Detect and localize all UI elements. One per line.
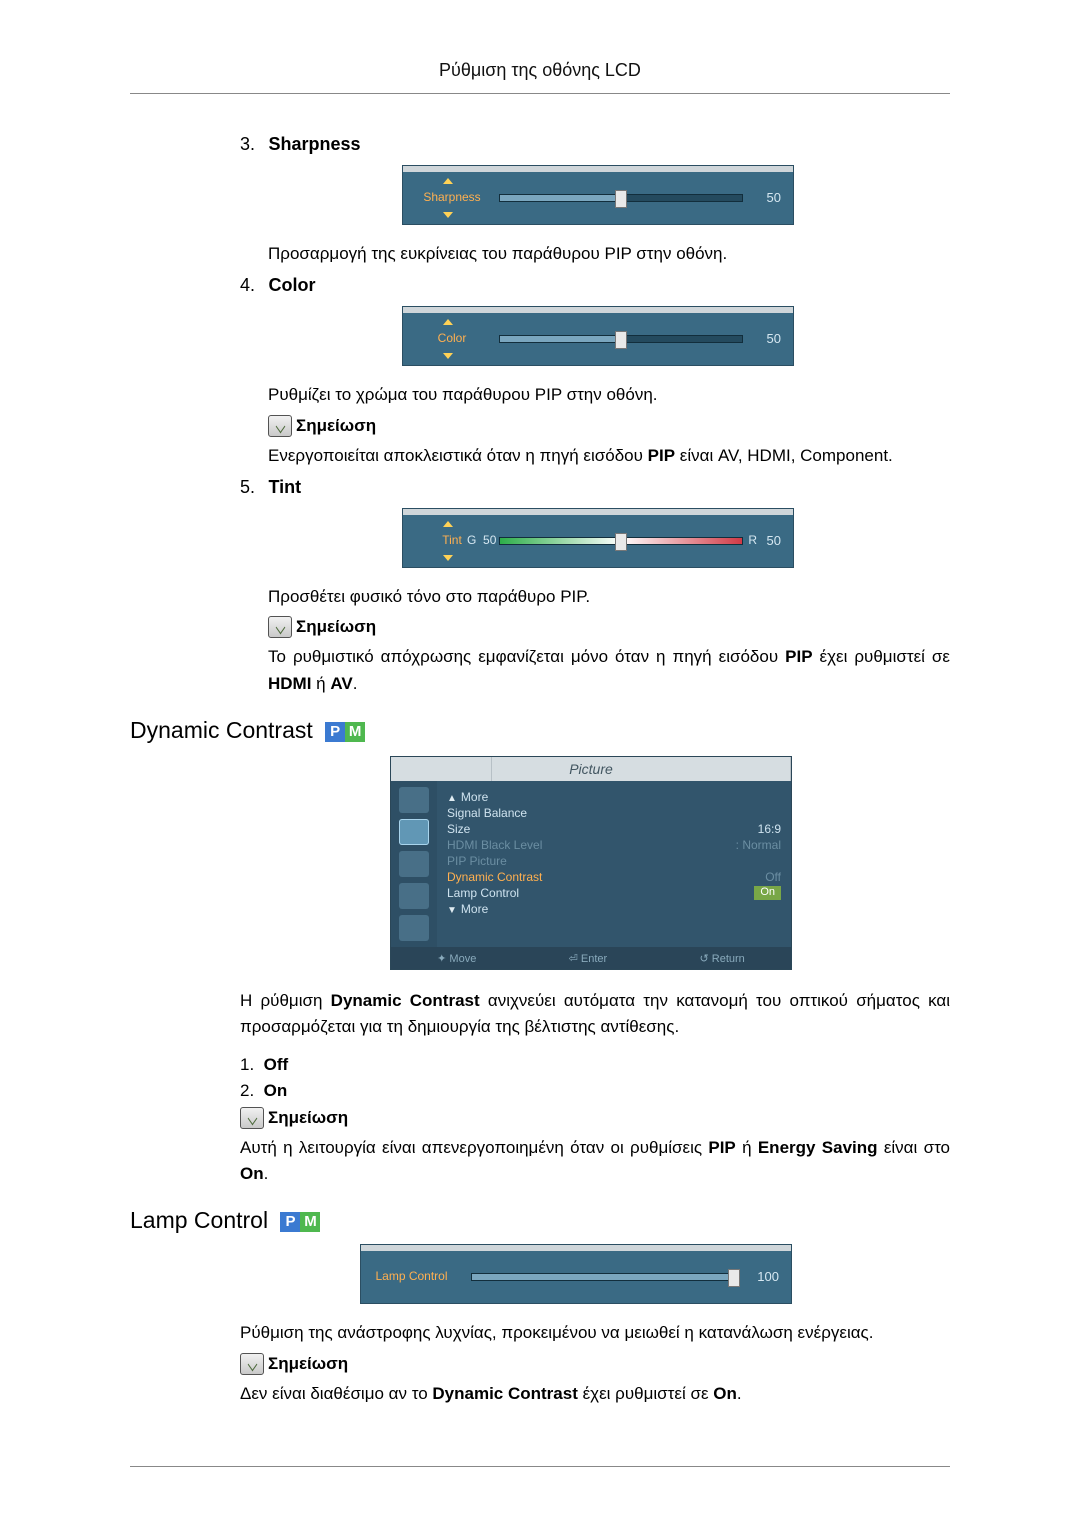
- slider-value: 50: [767, 533, 781, 548]
- slider-thumb: [615, 331, 627, 349]
- arrow-up-icon: [443, 178, 453, 184]
- color-desc: Ρυθμίζει το χρώμα του παράθυρου PIP στην…: [268, 382, 950, 408]
- slider-value: 100: [757, 1269, 779, 1284]
- slider-thumb: [615, 533, 627, 551]
- osd-menu-panel: Picture ▲More Signal Balance Size16:9 HD…: [390, 756, 792, 970]
- menu-list: ▲More Signal Balance Size16:9 HDMI Black…: [437, 781, 791, 947]
- note-label: Σημείωση: [268, 1108, 348, 1128]
- side-icon: [399, 915, 429, 941]
- pm-badge: PM: [280, 1212, 320, 1232]
- item-label: Tint: [268, 477, 301, 497]
- menu-sidebar: [391, 781, 437, 947]
- arrow-up-icon: [443, 521, 453, 527]
- option-on: 2. On: [240, 1081, 950, 1101]
- item-color: 4. Color: [240, 275, 950, 296]
- sharpness-slider: Sharpness 50: [402, 165, 794, 225]
- slider-track: [499, 537, 743, 545]
- sharpness-desc: Προσαρμογή της ευκρίνειας του παράθυρου …: [268, 241, 950, 267]
- note-icon: [268, 415, 292, 437]
- side-icon: [399, 819, 429, 845]
- slider-value: 50: [767, 190, 781, 205]
- menu-tab-title: Picture: [492, 757, 691, 781]
- menu-tabbar: Picture: [391, 757, 791, 781]
- tint-r-label: R: [748, 533, 757, 547]
- pm-badge: PM: [325, 722, 365, 742]
- arrow-down-icon: [443, 353, 453, 359]
- arrow-down-icon: [443, 555, 453, 561]
- item-sharpness: 3. Sharpness: [240, 134, 950, 155]
- note-heading: Σημείωση: [240, 1353, 950, 1375]
- tint-note-text: Το ρυθμιστικό απόχρωσης εμφανίζεται μόνο…: [268, 644, 950, 697]
- note-heading: Σημείωση: [268, 415, 950, 437]
- side-icon: [399, 883, 429, 909]
- item-label: Color: [268, 275, 315, 295]
- slider-thumb: [615, 190, 627, 208]
- tint-slider: Tint G 50 R 50: [402, 508, 794, 568]
- slider-track: [499, 194, 743, 202]
- arrow-down-icon: [443, 212, 453, 218]
- tint-desc: Προσθέτει φυσικό τόνο στο παράθυρο PIP.: [268, 584, 950, 610]
- color-slider: Color 50: [402, 306, 794, 366]
- item-number: 5.: [240, 477, 264, 498]
- page-title: Ρύθμιση της οθόνης LCD: [130, 60, 950, 94]
- slider-label: Lamp Control: [369, 1269, 454, 1283]
- side-icon: [399, 787, 429, 813]
- footer-rule: [130, 1466, 950, 1467]
- side-icon: [399, 851, 429, 877]
- lamp-note-text: Δεν είναι διαθέσιμο αν το Dynamic Contra…: [240, 1381, 950, 1407]
- dynamic-desc: Η ρύθμιση Dynamic Contrast ανιχνεύει αυτ…: [240, 988, 950, 1041]
- note-icon: [240, 1107, 264, 1129]
- color-note-text: Ενεργοποιείται αποκλειστικά όταν η πηγή …: [268, 443, 950, 469]
- item-label: Sharpness: [268, 134, 360, 154]
- tint-g-label: G 50: [467, 533, 496, 547]
- note-icon: [268, 616, 292, 638]
- section-dynamic-contrast: Dynamic Contrast PM: [130, 717, 950, 744]
- note-label: Σημείωση: [296, 416, 376, 436]
- dynamic-note-text: Αυτή η λειτουργία είναι απενεργοποιημένη…: [240, 1135, 950, 1188]
- item-number: 4.: [240, 275, 264, 296]
- note-icon: [240, 1353, 264, 1375]
- slider-label: Color: [417, 331, 487, 345]
- lamp-slider: Lamp Control 100: [360, 1244, 792, 1304]
- slider-value: 50: [767, 331, 781, 346]
- item-tint: 5. Tint: [240, 477, 950, 498]
- arrow-up-icon: [443, 319, 453, 325]
- option-off: 1. Off: [240, 1055, 950, 1075]
- item-number: 3.: [240, 134, 264, 155]
- note-label: Σημείωση: [296, 617, 376, 637]
- lamp-desc: Ρύθμιση της ανάστροφης λυχνίας, προκειμέ…: [240, 1320, 950, 1346]
- slider-track: [499, 335, 743, 343]
- slider-track: [471, 1273, 735, 1281]
- note-label: Σημείωση: [268, 1354, 348, 1374]
- slider-thumb: [728, 1269, 740, 1287]
- slider-label: Sharpness: [417, 190, 487, 204]
- section-lamp-control: Lamp Control PM: [130, 1207, 950, 1234]
- note-heading: Σημείωση: [240, 1107, 950, 1129]
- menu-footer: ✦ Move ⏎ Enter ↺ Return: [391, 947, 791, 969]
- note-heading: Σημείωση: [268, 616, 950, 638]
